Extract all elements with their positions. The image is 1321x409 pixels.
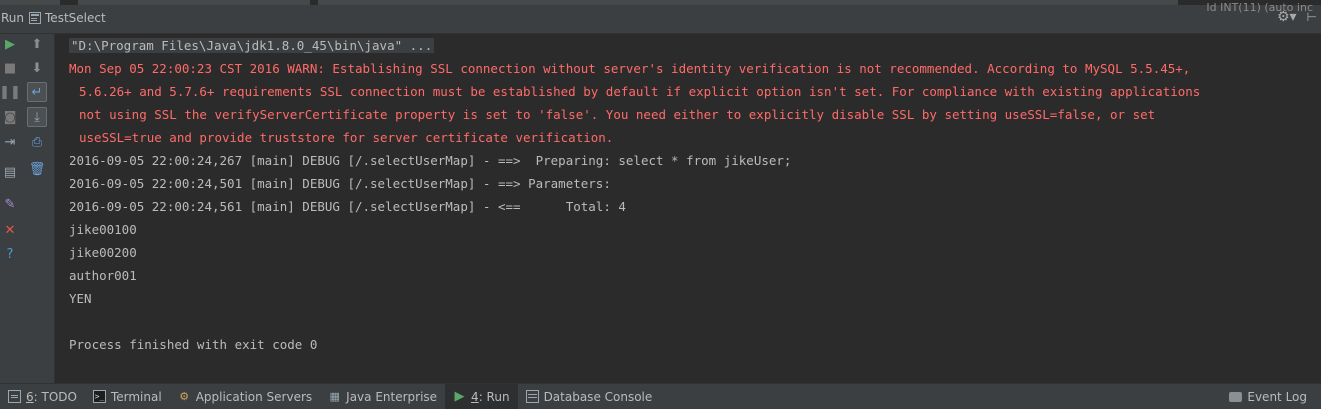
- exit-icon[interactable]: ⇥: [0, 132, 20, 152]
- command-text[interactable]: "D:\Program Files\Java\jdk1.8.0_45\bin\j…: [69, 38, 435, 53]
- editor-tab-strip: [0, 0, 1321, 5]
- terminal-icon: >_: [92, 390, 106, 403]
- java-enterprise-label: Java Enterprise: [346, 389, 438, 404]
- restore-layout-icon[interactable]: ▤: [0, 162, 20, 182]
- rerun-icon[interactable]: ▶: [0, 34, 20, 54]
- console-output-line: jike00200: [69, 245, 137, 260]
- run-panel-label: Run: [1, 11, 25, 25]
- db-console-tool-button[interactable]: Database Console: [518, 384, 661, 409]
- clear-all-icon[interactable]: 🗑: [27, 159, 47, 179]
- clipped-editor-text: Id INT(11) (auto inc: [1206, 1, 1313, 14]
- console-warning-line: Mon Sep 05 22:00:23 CST 2016 WARN: Estab…: [69, 61, 1191, 76]
- console-warning-line: not using SSL the verifyServerCertificat…: [79, 107, 1156, 122]
- console-command-line: "D:\Program Files\Java\jdk1.8.0_45\bin\j…: [69, 34, 1321, 57]
- run-panel-title: Run TestSelect: [0, 9, 106, 27]
- console-log-line: 2016-09-05 22:00:24,501 [main] DEBUG [/.…: [69, 176, 619, 191]
- console-output-line: jike00100: [69, 222, 137, 237]
- pin-tab-icon[interactable]: ✎: [0, 194, 20, 214]
- db-console-label: Database Console: [543, 389, 653, 404]
- todo-tool-button[interactable]: 6: TODO: [0, 384, 85, 409]
- run-toolbar: ▶ ■ ❚❚ ◙ ⇥ ▤ ✎ ✕? ⬆ ⬇ ↵ ⤓ ⎙ 🗑: [0, 34, 55, 383]
- header-tools: Id INT(11) (auto inc ⚙▾ ⊢: [1206, 1, 1317, 24]
- close-icon[interactable]: ✕: [0, 220, 20, 240]
- console-log-line: 2016-09-05 22:00:24,561 [main] DEBUG [/.…: [69, 199, 626, 214]
- terminal-tool-button[interactable]: >_ Terminal: [85, 384, 170, 409]
- console-warning-line: 5.6.26+ and 5.7.6+ requirements SSL conn…: [79, 84, 1201, 99]
- help-icon[interactable]: ?: [0, 244, 20, 264]
- java-enterprise-icon: ▦: [329, 390, 340, 403]
- stop-icon[interactable]: ■: [0, 58, 20, 78]
- up-stack-icon[interactable]: ⬆: [27, 34, 47, 54]
- run-config-icon: [29, 12, 42, 24]
- database-console-icon: [525, 390, 539, 403]
- down-stack-icon[interactable]: ⬇: [27, 58, 47, 78]
- dump-threads-icon[interactable]: ◙: [0, 107, 20, 127]
- run-tool-button[interactable]: ▶ 4: Run: [445, 383, 518, 409]
- process-exit-line: Process finished with exit code 0: [69, 337, 318, 352]
- console-output-line: author001: [69, 268, 137, 283]
- java-enterprise-tool-button[interactable]: ▦ Java Enterprise: [320, 384, 445, 409]
- event-log-icon: [1229, 391, 1243, 402]
- todo-label: 6: TODO: [26, 389, 77, 404]
- print-icon[interactable]: ⎙: [27, 132, 47, 152]
- console-warning-line: useSSL=true and provide truststore for s…: [79, 130, 614, 145]
- app-servers-label: Application Servers: [195, 389, 313, 404]
- tool-window-bar: 6: TODO >_ Terminal ⚙ Application Server…: [0, 383, 1321, 409]
- soft-wrap-icon[interactable]: ↵: [27, 82, 47, 102]
- terminal-label: Terminal: [110, 389, 162, 404]
- app-servers-icon: ⚙: [179, 390, 190, 403]
- event-log-label: Event Log: [1247, 389, 1307, 404]
- tool-window-header: Run TestSelect Id INT(11) (auto inc ⚙▾ ⊢: [0, 0, 1321, 34]
- app-servers-tool-button[interactable]: ⚙ Application Servers: [170, 384, 320, 409]
- scroll-to-end-icon[interactable]: ⤓: [27, 107, 47, 127]
- todo-icon: [8, 390, 21, 403]
- console-output[interactable]: "D:\Program Files\Java\jdk1.8.0_45\bin\j…: [56, 34, 1321, 383]
- event-log-tool-button[interactable]: Event Log: [1221, 384, 1321, 409]
- run-config-tab[interactable]: TestSelect: [45, 11, 106, 25]
- pause-icon[interactable]: ❚❚: [0, 82, 21, 102]
- console-log-line: 2016-09-05 22:00:24,267 [main] DEBUG [/.…: [69, 153, 792, 168]
- run-icon: ▶: [454, 389, 465, 404]
- run-label: 4: Run: [471, 389, 510, 404]
- console-output-line: YEN: [69, 291, 92, 306]
